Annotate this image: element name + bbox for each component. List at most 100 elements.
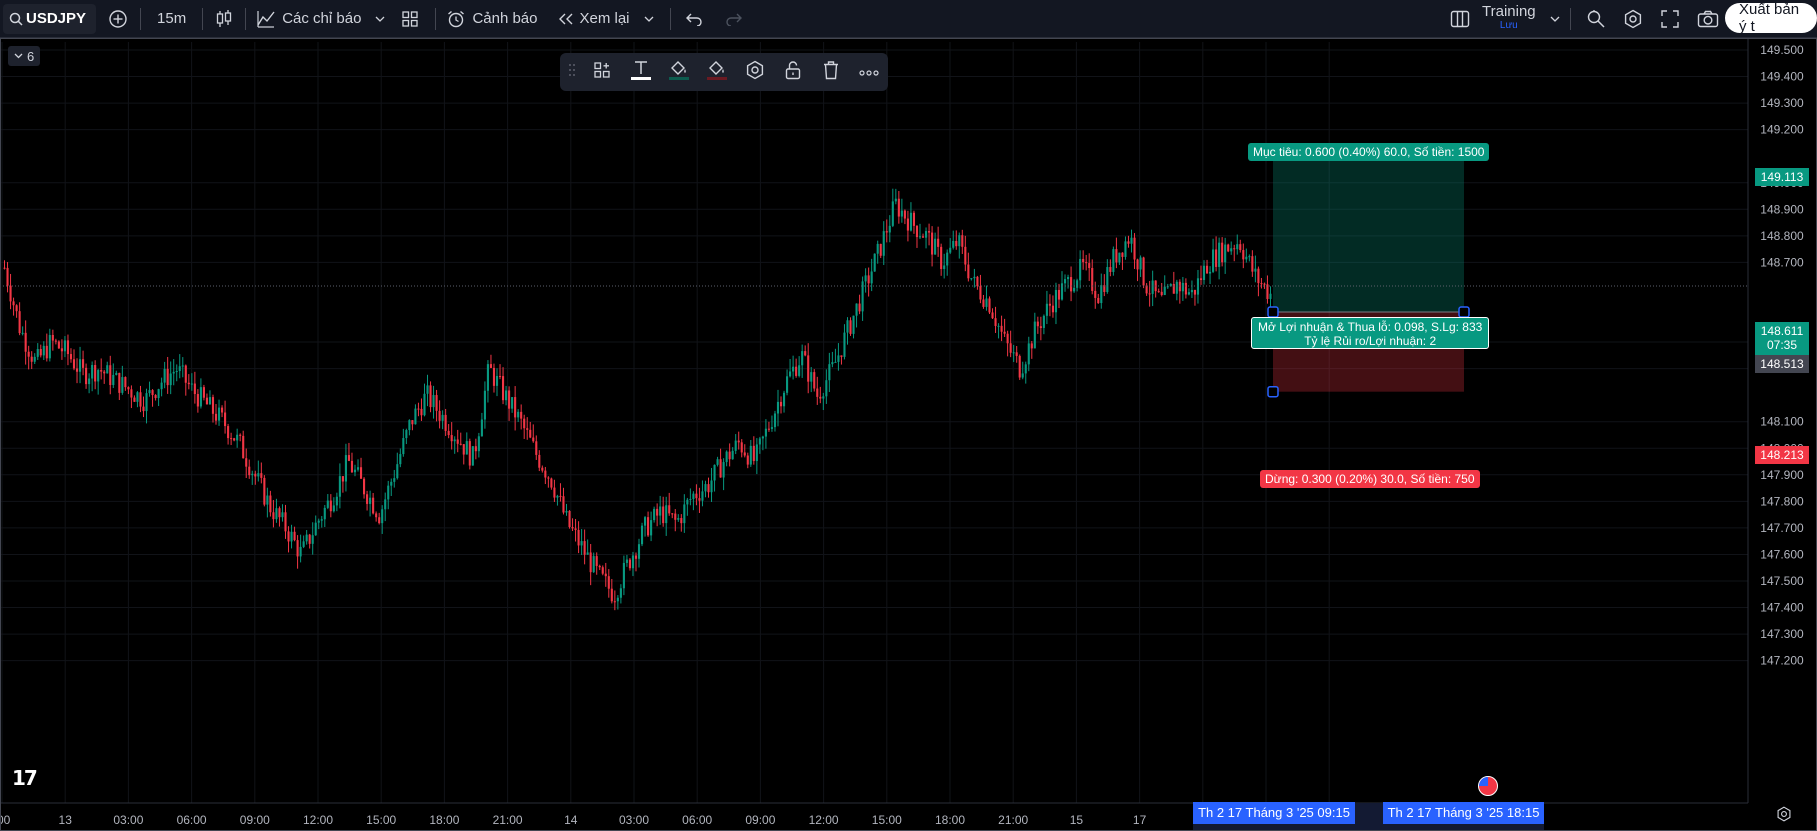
candle-body <box>1227 244 1230 252</box>
drag-dots-icon <box>568 63 576 82</box>
quick-search-button[interactable] <box>1578 0 1614 38</box>
candle-body <box>9 285 12 302</box>
open-pnl-label[interactable]: Mở Lợi nhuận & Thua lỗ: 0.098, S.Lg: 833… <box>1251 317 1490 349</box>
target-label[interactable]: Mục tiêu: 0.600 (0.40%) 60.0, Số tiền: 1… <box>1248 143 1490 161</box>
candle-body <box>72 359 76 369</box>
candle-body <box>816 388 819 397</box>
candle-body <box>48 335 51 359</box>
candle-body <box>57 341 60 349</box>
candle-body <box>994 318 997 326</box>
candle-body <box>1000 325 1003 332</box>
candle-body <box>344 455 347 482</box>
drag-handle[interactable] <box>560 53 584 91</box>
scale-settings-button[interactable] <box>1776 806 1792 827</box>
candle-body <box>991 312 994 319</box>
candle-body <box>88 378 91 385</box>
stop-label[interactable]: Dừng: 0.300 (0.20%) 30.0, Số tiền: 750 <box>1260 470 1480 488</box>
candle-body <box>831 362 834 365</box>
price-tick-label: 147.600 <box>1760 547 1804 561</box>
lock-button[interactable] <box>774 53 812 91</box>
candle-body <box>943 265 946 270</box>
candle-body <box>459 443 462 445</box>
candle-body <box>692 493 695 500</box>
alert-button[interactable]: Cảnh báo <box>436 0 547 38</box>
candle-body <box>828 364 831 381</box>
price-chart[interactable]: 149.500149.400149.300149.200149.000148.9… <box>0 38 1817 831</box>
us-flag-icon[interactable] <box>1478 776 1498 796</box>
candle-body <box>1127 241 1130 244</box>
chevron-down-icon[interactable] <box>1550 16 1560 22</box>
candle-body <box>1139 257 1142 270</box>
candle-body <box>15 305 18 312</box>
position-handle[interactable] <box>1458 306 1470 318</box>
candle-body <box>1085 262 1088 264</box>
candle-body <box>964 246 967 265</box>
candle-body <box>63 340 66 352</box>
candle-body <box>378 517 381 524</box>
fullscreen-button[interactable] <box>1653 0 1687 38</box>
candle-body <box>208 397 212 405</box>
text-color-button[interactable] <box>622 53 660 91</box>
delete-button[interactable] <box>812 53 850 91</box>
candle-body <box>1254 268 1257 272</box>
candle-body <box>341 476 344 482</box>
candle-body <box>1260 283 1263 285</box>
redo-button[interactable] <box>717 0 751 38</box>
compare-button[interactable] <box>96 0 140 38</box>
candle-body <box>921 236 925 238</box>
more-button[interactable] <box>850 53 888 91</box>
candle-body <box>1148 293 1151 295</box>
candle-body <box>320 519 323 521</box>
replay-button[interactable]: Xem lại <box>548 0 664 38</box>
chevron-down-icon[interactable] <box>644 16 654 22</box>
candle-body <box>42 345 45 356</box>
candle-body <box>870 271 873 284</box>
candle-body <box>810 372 813 382</box>
candle-body <box>1209 271 1212 274</box>
symbol-search-button[interactable]: USDJPY <box>3 3 97 34</box>
candle-body <box>1263 283 1266 285</box>
drawing-settings-button[interactable] <box>736 53 774 91</box>
trash-icon <box>822 60 840 85</box>
profit-fill-button[interactable] <box>660 53 698 91</box>
template-grid-icon <box>593 61 613 84</box>
candle-body <box>1094 290 1097 298</box>
chevron-down-icon[interactable] <box>375 16 385 22</box>
candle-body <box>1230 248 1233 252</box>
candle-body <box>819 396 822 399</box>
time-tick-label: 21:00 <box>998 813 1028 827</box>
loss-fill-button[interactable] <box>698 53 736 91</box>
layout-name-button[interactable]: Training Lưu <box>1474 0 1568 38</box>
candle-body <box>1073 287 1076 292</box>
legend-collapse-button[interactable]: 6 <box>8 46 41 66</box>
settings-button[interactable] <box>1615 0 1651 38</box>
interval-button[interactable]: 15m <box>141 0 202 38</box>
candle-body <box>1006 333 1009 344</box>
candle-body <box>849 320 852 334</box>
candle-body <box>462 444 465 455</box>
time-tick-label: 17 <box>1133 813 1147 827</box>
candle-body <box>33 356 36 362</box>
position-handle[interactable] <box>1267 385 1279 398</box>
candle-body <box>677 518 680 520</box>
candle-body <box>885 231 888 233</box>
tradingview-logo[interactable]: 17 <box>12 766 38 790</box>
templates-button[interactable] <box>395 0 425 38</box>
position-handle[interactable] <box>1267 306 1279 318</box>
undo-button[interactable] <box>671 0 717 38</box>
columns-icon <box>1450 10 1470 28</box>
publish-idea-button[interactable]: Xuất bản ý t <box>1725 1 1817 35</box>
candle-body <box>511 397 514 409</box>
add-template-button[interactable] <box>584 53 622 91</box>
chart-type-button[interactable] <box>203 0 245 38</box>
candle-body <box>278 508 281 518</box>
candle-body <box>1215 249 1218 267</box>
layout-button[interactable] <box>1442 0 1478 38</box>
candle-body <box>489 364 493 368</box>
price-tick-label: 147.800 <box>1760 494 1804 508</box>
candle-body <box>187 382 190 385</box>
candle-body <box>465 441 468 455</box>
indicators-button[interactable]: Các chỉ báo <box>246 0 395 38</box>
candle-body <box>931 232 934 255</box>
snapshot-button[interactable] <box>1689 0 1727 38</box>
